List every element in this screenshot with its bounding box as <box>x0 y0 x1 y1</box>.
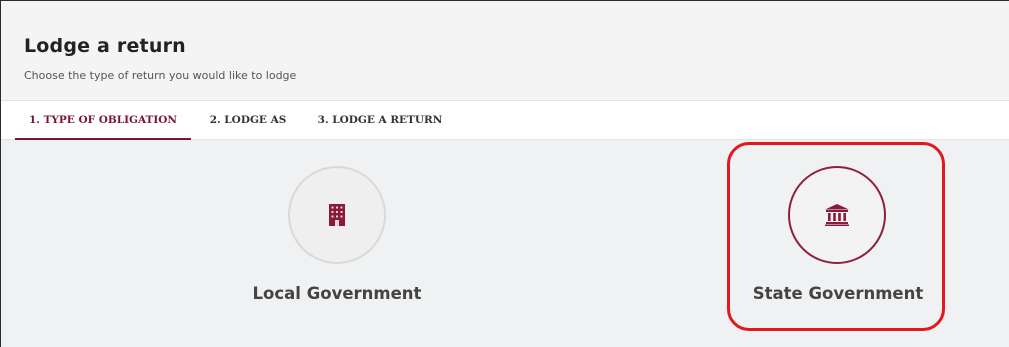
option-local-government[interactable]: Local Government <box>207 166 467 316</box>
page-title: Lodge a return <box>24 35 186 57</box>
option-state-government[interactable]: State Government <box>708 166 968 316</box>
building-icon <box>329 204 345 226</box>
local-government-circle[interactable] <box>288 166 386 264</box>
app-frame: Lodge a return Choose the type of return… <box>0 0 1009 347</box>
state-government-circle[interactable] <box>788 166 886 264</box>
step-tabs: 1. TYPE OF OBLIGATION 2. LODGE AS 3. LOD… <box>1 101 1009 140</box>
bank-icon <box>825 204 849 226</box>
tab-lodge-as[interactable]: 2. LODGE AS <box>201 101 295 140</box>
tab-type-of-obligation[interactable]: 1. TYPE OF OBLIGATION <box>15 101 191 140</box>
page-header: Lodge a return Choose the type of return… <box>1 1 1009 101</box>
page-subtitle: Choose the type of return you would like… <box>24 69 297 82</box>
local-government-label[interactable]: Local Government <box>207 284 467 303</box>
state-government-label[interactable]: State Government <box>708 284 968 303</box>
tab-lodge-a-return[interactable]: 3. LODGE A RETURN <box>307 101 453 140</box>
